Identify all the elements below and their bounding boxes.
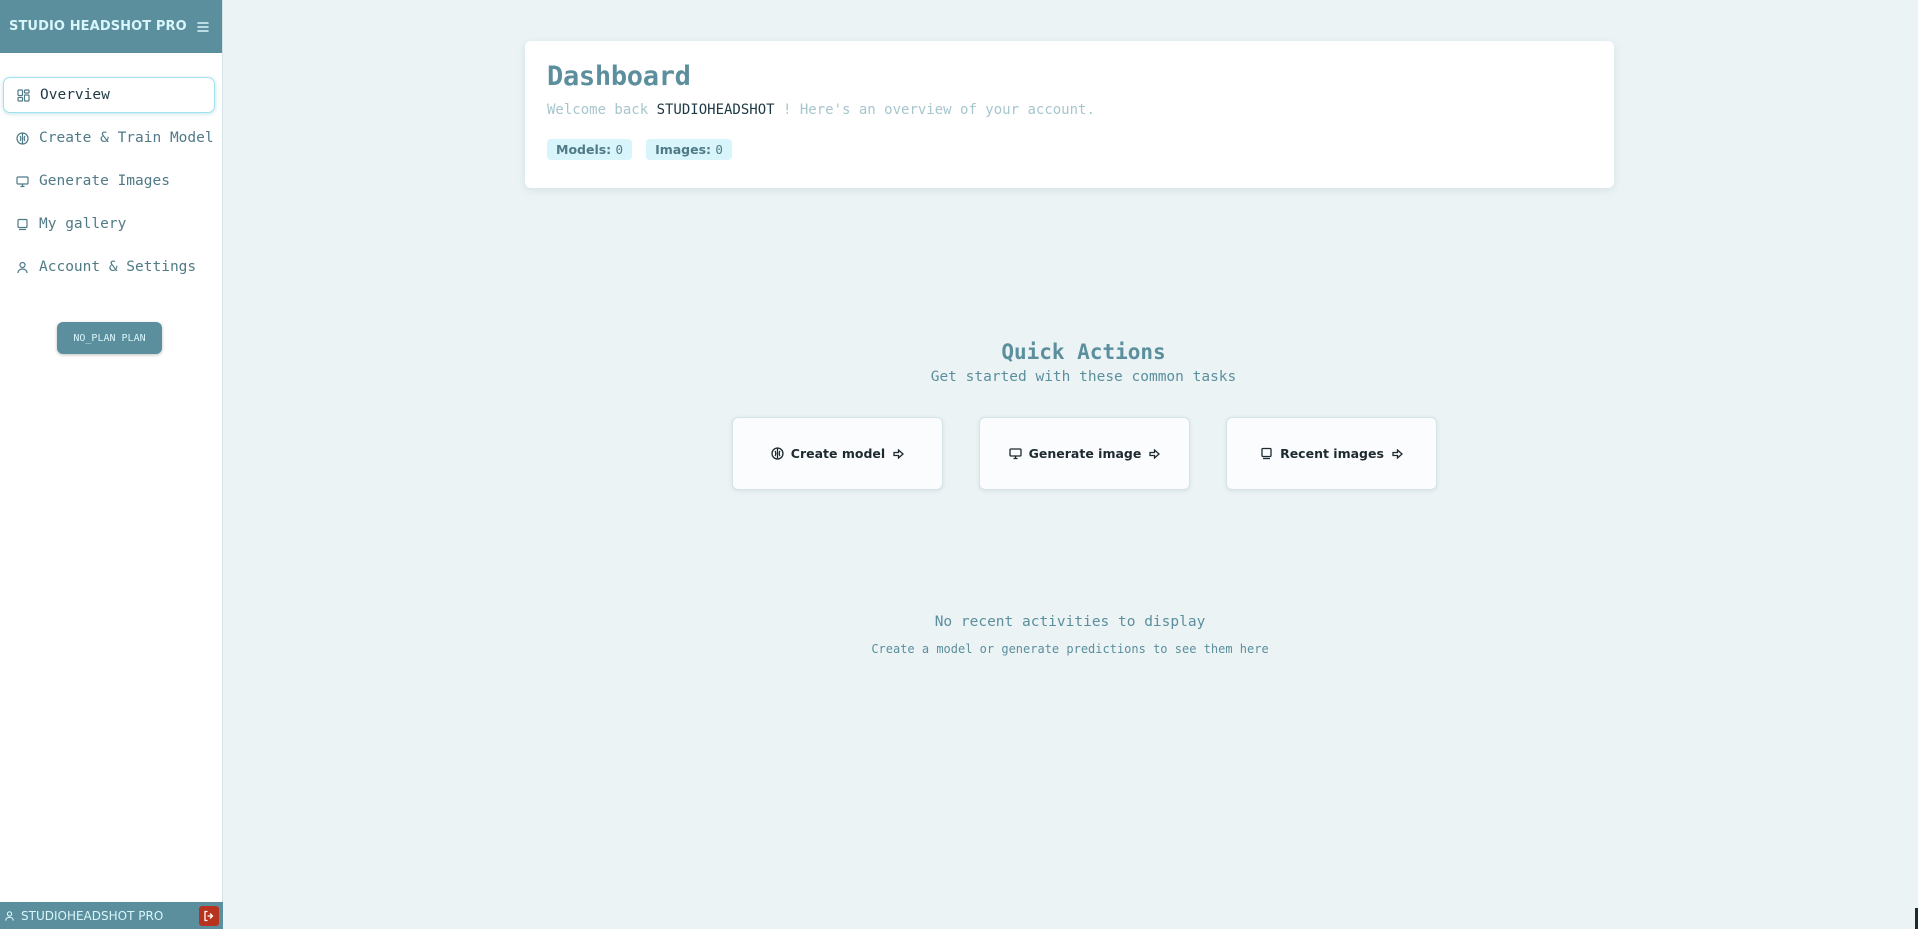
sidebar: STUDIO HEADSHOT PRO Overview Create & Tr…	[0, 0, 223, 929]
sidebar-item-generate-images[interactable]: Generate Images	[3, 163, 215, 199]
models-count: 0	[615, 142, 624, 157]
brand-bar: STUDIO HEADSHOT PRO	[0, 0, 222, 53]
sidebar-item-label: Create & Train Model	[39, 130, 214, 146]
arrow-right-icon	[1149, 448, 1161, 459]
hamburger-menu-icon[interactable]	[194, 18, 212, 36]
user-name: STUDIOHEADSHOT PRO	[21, 908, 164, 923]
sidebar-nav: Overview Create & Train Model Generate I…	[0, 53, 222, 285]
images-count: 0	[715, 142, 723, 157]
logout-button[interactable]	[199, 906, 219, 926]
sidebar-item-label: Overview	[40, 87, 110, 103]
grid-icon	[15, 87, 31, 103]
quick-actions-title: Quick Actions	[1001, 340, 1166, 364]
user-icon	[14, 259, 30, 275]
generate-image-button[interactable]: Generate image	[979, 417, 1190, 490]
user-icon	[4, 910, 15, 922]
empty-activity-title: No recent activities to display	[934, 614, 1206, 630]
brain-icon	[771, 447, 784, 460]
sidebar-item-create-train-model[interactable]: Create & Train Model	[3, 120, 215, 156]
images-label: Images:	[655, 142, 716, 157]
sidebar-item-overview[interactable]: Overview	[3, 77, 215, 113]
sidebar-item-my-gallery[interactable]: My gallery	[3, 206, 215, 242]
sidebar-item-account-settings[interactable]: Account & Settings	[3, 249, 215, 285]
models-count-badge: Models: 0	[547, 139, 633, 160]
quick-action-label: Recent images	[1280, 446, 1384, 461]
models-label: Models:	[556, 142, 616, 157]
sidebar-item-label: Account & Settings	[39, 259, 197, 275]
brand-title: STUDIO HEADSHOT PRO	[9, 19, 187, 34]
empty-activity-subtitle: Create a model or generate predictions t…	[871, 642, 1269, 656]
sidebar-item-label: Generate Images	[39, 173, 170, 189]
page-title: Dashboard	[547, 61, 691, 92]
quick-action-label: Generate image	[1028, 446, 1142, 461]
sidebar-item-label: My gallery	[39, 216, 127, 232]
welcome-prefix: Welcome back	[547, 102, 657, 118]
images-count-badge: Images: 0	[646, 139, 732, 160]
welcome-suffix: ! Here's an overview of your account.	[774, 102, 1095, 118]
arrow-right-icon	[1392, 448, 1403, 459]
monitor-icon	[1008, 447, 1022, 460]
logout-icon	[203, 910, 215, 922]
gallery-icon	[14, 216, 30, 232]
recent-images-button[interactable]: Recent images	[1226, 417, 1437, 490]
quick-actions-subtitle: Get started with these common tasks	[930, 369, 1237, 385]
stats-badges: Models: 0 Images: 0	[547, 139, 1592, 160]
brain-icon	[14, 130, 30, 146]
user-bar: STUDIOHEADSHOT PRO	[0, 902, 223, 929]
monitor-icon	[14, 173, 30, 189]
create-model-button[interactable]: Create model	[732, 417, 943, 490]
welcome-username: STUDIOHEADSHOT	[656, 102, 775, 118]
plan-button[interactable]: NO_PLAN PLAN	[57, 322, 162, 354]
dashboard-card: Dashboard Welcome back STUDIOHEADSHOT ! …	[525, 41, 1614, 188]
arrow-right-icon	[893, 448, 905, 459]
quick-action-label: Create model	[790, 446, 886, 461]
welcome-message: Welcome back STUDIOHEADSHOT ! Here's an …	[547, 102, 1592, 118]
gallery-icon	[1260, 447, 1273, 460]
